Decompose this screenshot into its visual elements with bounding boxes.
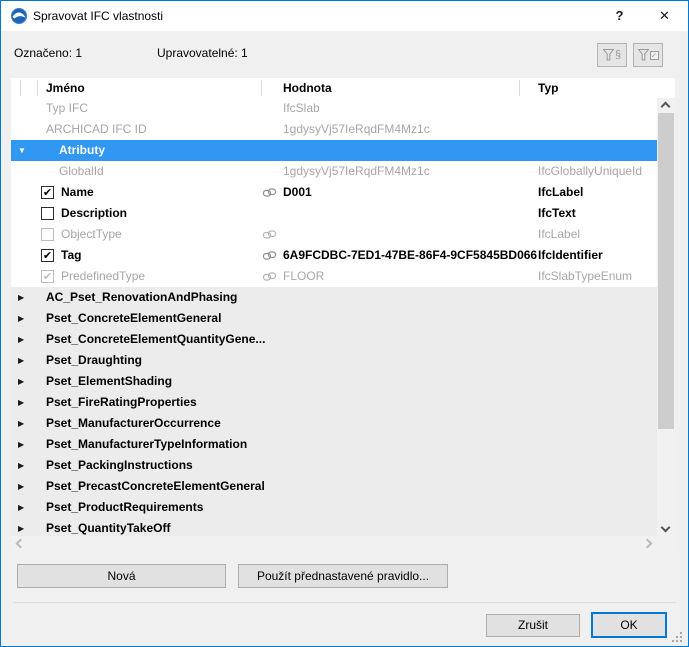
expander-collapsed-icon[interactable]: ▶ xyxy=(18,371,24,392)
scroll-right-icon[interactable] xyxy=(643,539,653,549)
expander-collapsed-icon[interactable]: ▶ xyxy=(18,308,24,329)
table-body: Typ IFC IfcSlab ARCHICAD IFC ID 1gdysyVj… xyxy=(11,98,657,536)
table-row-atributy-selected[interactable]: ▼ Atributy xyxy=(11,140,657,161)
link-icon xyxy=(261,230,277,240)
close-button[interactable]: ✕ xyxy=(642,1,687,31)
table-row-group[interactable]: ▶ Pset_PrecastConcreteElementGeneral xyxy=(11,476,657,497)
expander-collapsed-icon[interactable]: ▶ xyxy=(18,287,24,308)
checkbox-name[interactable]: ✔ xyxy=(41,186,54,199)
vertical-scrollbar[interactable] xyxy=(657,98,675,536)
table-row-group[interactable]: ▶ Pset_PackingInstructions xyxy=(11,455,657,476)
expander-collapsed-icon[interactable]: ▶ xyxy=(18,497,24,518)
checkbox-objecttype xyxy=(41,228,54,241)
separator xyxy=(13,602,676,603)
expander-collapsed-icon[interactable]: ▶ xyxy=(18,329,24,350)
table-row-group[interactable]: ▶ Pset_ConcreteElementGeneral xyxy=(11,308,657,329)
expander-collapsed-icon[interactable]: ▶ xyxy=(18,434,24,455)
expander-collapsed-icon[interactable]: ▶ xyxy=(18,350,24,371)
table-row-name[interactable]: ✔ Name D001 IfcLabel xyxy=(11,182,657,203)
table-row-objecttype[interactable]: ObjectType IfcLabel xyxy=(11,224,657,245)
section-sign-icon: § xyxy=(615,49,621,61)
funnel-icon xyxy=(603,49,614,61)
checkbox-icon: ✓ xyxy=(650,51,659,60)
table-row-group[interactable]: ▶ Pset_ManufacturerTypeInformation xyxy=(11,434,657,455)
expander-collapsed-icon[interactable]: ▶ xyxy=(18,476,24,497)
apply-preset-rule-button[interactable]: Použít přednastavené pravidlo... xyxy=(238,564,448,588)
scroll-down-icon[interactable] xyxy=(661,523,671,533)
table-row-group[interactable]: ▶ Pset_ManufacturerOccurrence xyxy=(11,413,657,434)
cancel-button[interactable]: Zrušit xyxy=(486,614,580,637)
expander-collapsed-icon[interactable]: ▶ xyxy=(18,455,24,476)
table-row-group[interactable]: ▶ Pset_FireRatingProperties xyxy=(11,392,657,413)
expander-collapsed-icon[interactable]: ▶ xyxy=(18,518,24,536)
scroll-up-icon[interactable] xyxy=(661,102,671,112)
checkbox-tag[interactable]: ✔ xyxy=(41,249,54,262)
link-icon xyxy=(261,251,277,261)
ok-button[interactable]: OK xyxy=(591,612,667,638)
ifc-properties-table: Jméno Hodnota Typ Typ IFC IfcSlab ARCHIC… xyxy=(11,78,675,551)
link-icon xyxy=(261,272,277,282)
archicad-logo-icon xyxy=(11,8,27,24)
table-row-tag[interactable]: ✔ Tag 6A9FCDBC-7ED1-47BE-86F4-9CF5845BD0… xyxy=(11,245,657,266)
manage-ifc-properties-dialog: Spravovat IFC vlastnosti ? ✕ Označeno: 1… xyxy=(0,0,689,647)
column-header-type[interactable]: Typ xyxy=(538,78,558,98)
table-row-predefinedtype[interactable]: ✔ PredefinedType FLOOR IfcSlabTypeEnum xyxy=(11,266,657,287)
table-row-description[interactable]: Description IfcText xyxy=(11,203,657,224)
table-row-group[interactable]: ▶ Pset_QuantityTakeOff xyxy=(11,518,657,536)
table-header: Jméno Hodnota Typ xyxy=(11,78,657,98)
scroll-left-icon[interactable] xyxy=(16,539,26,549)
filter-checked-button[interactable]: ✓ xyxy=(633,43,663,67)
table-row-archicad-ifc-id[interactable]: ARCHICAD IFC ID 1gdysyVj57IeRqdFM4Mz1c xyxy=(11,119,657,140)
expander-collapsed-icon[interactable]: ▶ xyxy=(18,392,24,413)
link-icon xyxy=(261,188,277,198)
new-button[interactable]: Nová xyxy=(17,564,226,588)
checkbox-predefinedtype: ✔ xyxy=(41,270,54,283)
expander-expanded-icon[interactable]: ▼ xyxy=(18,140,26,161)
funnel-icon xyxy=(638,49,649,61)
filter-rules-button[interactable]: § xyxy=(597,43,627,67)
dialog-title: Spravovat IFC vlastnosti xyxy=(33,1,163,31)
table-row-group[interactable]: ▶ Pset_Draughting xyxy=(11,350,657,371)
table-row-group[interactable]: ▶ Pset_ElementShading xyxy=(11,371,657,392)
editable-count-label: Upravovatelné: 1 xyxy=(157,46,248,60)
checkbox-description[interactable] xyxy=(41,207,54,220)
table-row-group[interactable]: ▶ AC_Pset_RenovationAndPhasing xyxy=(11,287,657,308)
table-row-group[interactable]: ▶ Pset_ProductRequirements xyxy=(11,497,657,518)
column-header-value[interactable]: Hodnota xyxy=(283,78,332,98)
titlebar: Spravovat IFC vlastnosti ? ✕ xyxy=(1,1,688,31)
resize-grip[interactable] xyxy=(672,632,683,643)
table-row-ifc-type[interactable]: Typ IFC IfcSlab xyxy=(11,98,657,119)
horizontal-scrollbar[interactable] xyxy=(11,536,675,551)
column-header-name[interactable]: Jméno xyxy=(46,78,85,98)
vertical-scrollbar-thumb[interactable] xyxy=(658,113,674,429)
selected-count-label: Označeno: 1 xyxy=(14,46,82,60)
table-row-globalid[interactable]: GlobalId 1gdysyVj57IeRqdFM4Mz1c IfcGloba… xyxy=(11,161,657,182)
help-button[interactable]: ? xyxy=(597,1,642,31)
table-row-group[interactable]: ▶ Pset_ConcreteElementQuantityGene... xyxy=(11,329,657,350)
expander-collapsed-icon[interactable]: ▶ xyxy=(18,413,24,434)
